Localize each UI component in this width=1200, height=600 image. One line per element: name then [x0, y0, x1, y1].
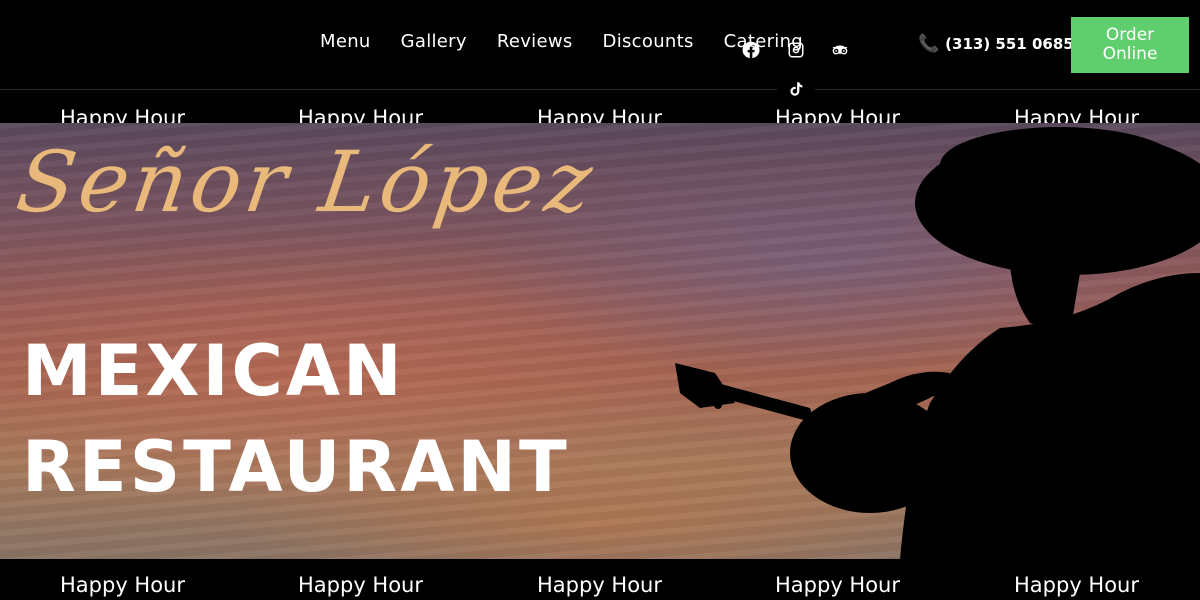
ticker-item: Happy Hour	[60, 573, 186, 597]
happy-hour-ticker-top: Happy Hour Happy Hour Happy Hour Happy H…	[0, 91, 1200, 127]
instagram-icon[interactable]	[786, 40, 806, 60]
hero-banner: Señor López MEXICAN RESTAURANT	[0, 123, 1200, 559]
phone-icon: 📞	[918, 34, 940, 54]
nav-item-discounts[interactable]: Discounts	[603, 31, 694, 52]
order-button-line1: Order	[1105, 25, 1155, 45]
order-button-line2: Online	[1102, 44, 1158, 64]
phone-contact[interactable]: 📞 (313) 551 0685	[918, 34, 1074, 54]
nav-item-menu[interactable]: Menu	[320, 31, 371, 52]
hero-headline: MEXICAN RESTAURANT	[22, 323, 570, 515]
happy-hour-ticker-bottom: Happy Hour Happy Hour Happy Hour Happy H…	[0, 559, 1200, 600]
ticker-item: Happy Hour	[537, 573, 663, 597]
restaurant-script-logo: Señor López	[11, 133, 602, 231]
nav-item-reviews[interactable]: Reviews	[497, 31, 573, 52]
top-navigation-bar: Menu Gallery Reviews Discounts Catering …	[0, 0, 1200, 90]
facebook-icon[interactable]	[741, 40, 761, 60]
ticker-item: Happy Hour	[298, 573, 424, 597]
nav-item-gallery[interactable]: Gallery	[401, 31, 467, 52]
mariachi-guitarist-silhouette	[675, 127, 1200, 559]
ticker-item: Happy Hour	[1014, 573, 1140, 597]
order-online-button[interactable]: Order Online	[1071, 17, 1189, 73]
phone-number[interactable]: (313) 551 0685	[945, 35, 1074, 53]
ticker-item: Happy Hour	[775, 573, 901, 597]
headline-line-1: MEXICAN	[22, 330, 405, 412]
tripadvisor-icon[interactable]	[830, 40, 850, 60]
headline-line-2: RESTAURANT	[22, 426, 570, 508]
tiktok-icon[interactable]	[786, 79, 806, 99]
